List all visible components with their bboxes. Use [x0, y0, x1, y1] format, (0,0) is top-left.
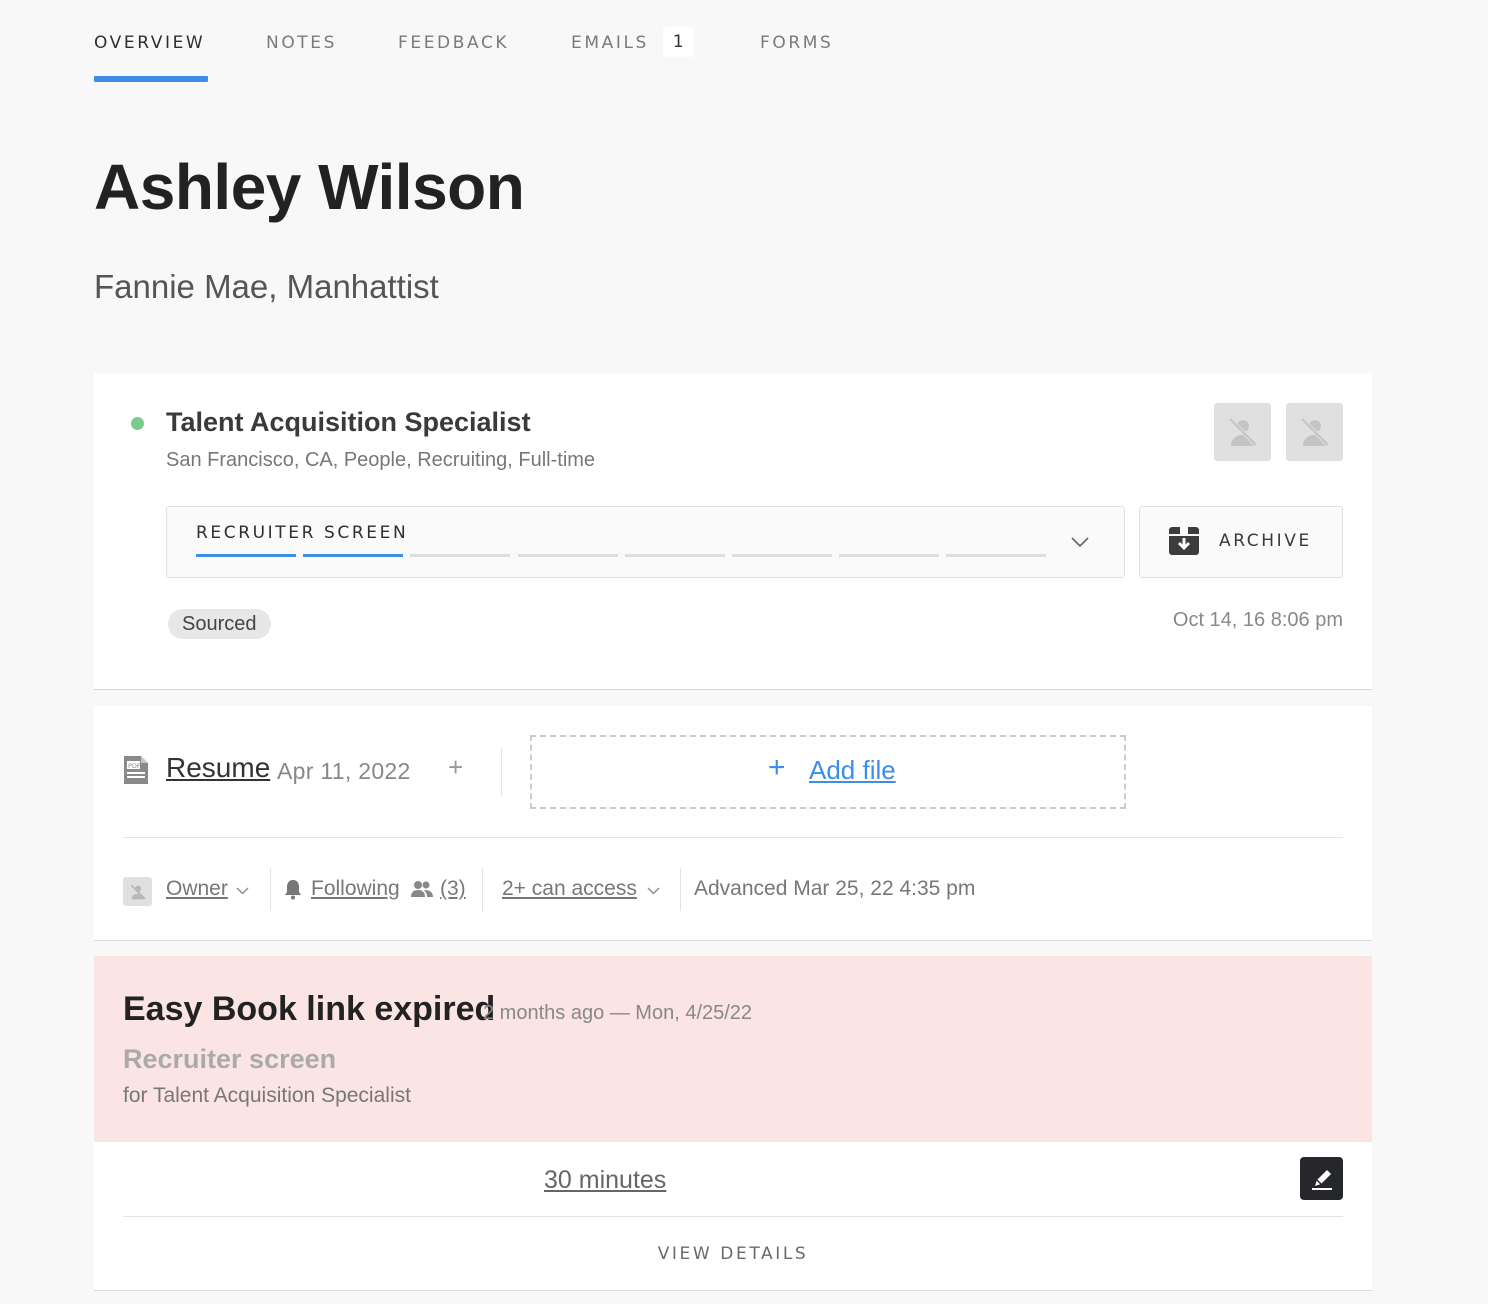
chevron-down-icon [647, 887, 660, 895]
candidate-subtitle: Fannie Mae, Manhattist [94, 268, 439, 305]
avatar-placeholder-icon [1300, 417, 1329, 447]
stage-segment [732, 554, 832, 557]
owner-avatar [123, 877, 152, 906]
tab-feedback[interactable]: FEEDBACK [398, 0, 509, 82]
avatar-placeholder-icon [1228, 417, 1257, 447]
divider [123, 1216, 1343, 1217]
add-file-link[interactable]: Add file [809, 755, 896, 786]
avatar-placeholder-icon [130, 884, 145, 899]
avatar-placeholder-button-1[interactable] [1214, 403, 1271, 461]
archive-button[interactable]: ARCHIVE [1139, 506, 1343, 578]
tab-overview[interactable]: OVERVIEW [94, 0, 208, 82]
opportunity-card: Talent Acquisition Specialist San Franci… [94, 373, 1372, 690]
alert-title: Easy Book link expired [123, 990, 496, 1028]
avatar-placeholder-button-2[interactable] [1286, 403, 1343, 461]
tab-feedback-label: FEEDBACK [398, 33, 510, 53]
stage-segment [303, 554, 404, 557]
bell-icon [285, 880, 301, 900]
divider [501, 748, 502, 796]
stage-segment [624, 554, 725, 557]
job-title[interactable]: Talent Acquisition Specialist [166, 407, 531, 438]
pdf-icon: PDF [124, 756, 148, 784]
stage-segment [839, 554, 940, 557]
emails-count-badge: 1 [662, 27, 694, 57]
divider [123, 837, 1343, 838]
tab-forms-label: FORMS [760, 33, 834, 53]
view-details-button[interactable]: VIEW DETAILS [94, 1244, 1372, 1264]
stage-selector[interactable]: RECRUITER SCREEN [166, 506, 1125, 578]
stage-segment [196, 554, 296, 557]
status-dot [131, 417, 144, 430]
job-meta: San Francisco, CA, People, Recruiting, F… [166, 449, 596, 471]
pencil-icon [1311, 1169, 1332, 1190]
stage-date: Oct 14, 16 8:06 pm [1172, 609, 1343, 631]
tab-overview-label: OVERVIEW [94, 33, 206, 53]
stage-segment [410, 554, 511, 557]
stage-segment [946, 554, 1047, 557]
resume-date: Apr 11, 2022 [277, 758, 411, 784]
files-card: PDF Resume Apr 11, 2022 + + Add file Own… [94, 706, 1372, 941]
divider [680, 868, 681, 911]
add-file-dropzone[interactable]: + Add file [530, 735, 1126, 809]
stage-label: RECRUITER SCREEN [196, 523, 409, 543]
tab-notes-label: NOTES [266, 33, 338, 53]
plus-icon: + [768, 751, 786, 784]
source-badge: Sourced [168, 609, 271, 639]
tab-emails[interactable]: EMAILS 1 [571, 0, 694, 82]
resume-link[interactable]: Resume [166, 752, 270, 784]
edit-button[interactable] [1300, 1157, 1343, 1200]
tab-forms[interactable]: FORMS [760, 0, 833, 82]
divider [482, 868, 483, 911]
following-toggle[interactable]: Following [311, 877, 400, 901]
tab-emails-label: EMAILS [571, 33, 649, 53]
tab-notes[interactable]: NOTES [266, 0, 337, 82]
candidate-name: Ashley Wilson [94, 151, 525, 223]
divider [270, 868, 271, 911]
archive-label: ARCHIVE [1219, 531, 1312, 551]
stage-segment [517, 554, 618, 557]
add-resume-button[interactable]: + [448, 752, 463, 783]
archive-box-icon [1169, 527, 1199, 555]
advanced-date: Advanced Mar 25, 22 4:35 pm [694, 877, 976, 900]
alert-subtitle: Recruiter screen [123, 1044, 337, 1074]
alert-for-text: for Talent Acquisition Specialist [123, 1084, 411, 1107]
followers-count-link[interactable]: (3) [440, 877, 466, 901]
chevron-down-icon [236, 887, 249, 895]
chevron-down-icon [1071, 537, 1089, 548]
people-icon [411, 881, 433, 897]
owner-dropdown[interactable]: Owner [166, 877, 228, 901]
alert-time: 2 months ago — Mon, 4/25/22 [483, 1002, 753, 1024]
access-dropdown[interactable]: 2+ can access [502, 877, 637, 901]
duration-link[interactable]: 30 minutes [544, 1166, 666, 1195]
svg-text:PDF: PDF [128, 762, 141, 770]
event-card: 30 minutes VIEW DETAILS [94, 1142, 1372, 1291]
easy-book-alert: Easy Book link expired 2 months ago — Mo… [94, 956, 1372, 1142]
